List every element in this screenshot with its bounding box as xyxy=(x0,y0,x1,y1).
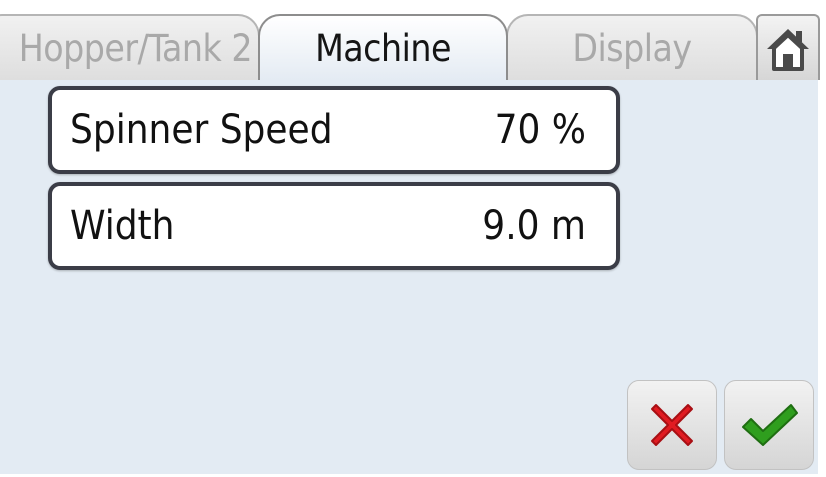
tab-label: Machine xyxy=(315,26,451,70)
cancel-button[interactable] xyxy=(627,380,717,470)
tab-label: Hopper/Tank 2 xyxy=(18,26,253,70)
tab-machine[interactable]: Machine xyxy=(258,14,508,80)
home-button[interactable] xyxy=(756,14,820,80)
field-label: Width xyxy=(70,203,175,249)
tab-display[interactable]: Display xyxy=(506,14,758,80)
tab-label: Display xyxy=(572,26,692,70)
tab-hopper-tank-2[interactable]: Hopper/Tank 2 xyxy=(0,14,260,80)
tab-bar: Hopper/Tank 2 Display Machine xyxy=(0,0,826,80)
close-icon xyxy=(651,404,693,446)
confirm-button[interactable] xyxy=(724,380,814,470)
home-icon xyxy=(767,29,809,71)
field-label: Spinner Speed xyxy=(70,107,333,153)
field-value: 70 % xyxy=(494,107,586,153)
checkmark-icon xyxy=(742,404,798,446)
width-field[interactable]: Width 9.0 m xyxy=(48,182,620,270)
settings-screen: Hopper/Tank 2 Display Machine Spinner Sp… xyxy=(0,0,826,477)
spinner-speed-field[interactable]: Spinner Speed 70 % xyxy=(48,86,620,174)
field-value: 9.0 m xyxy=(482,203,586,249)
